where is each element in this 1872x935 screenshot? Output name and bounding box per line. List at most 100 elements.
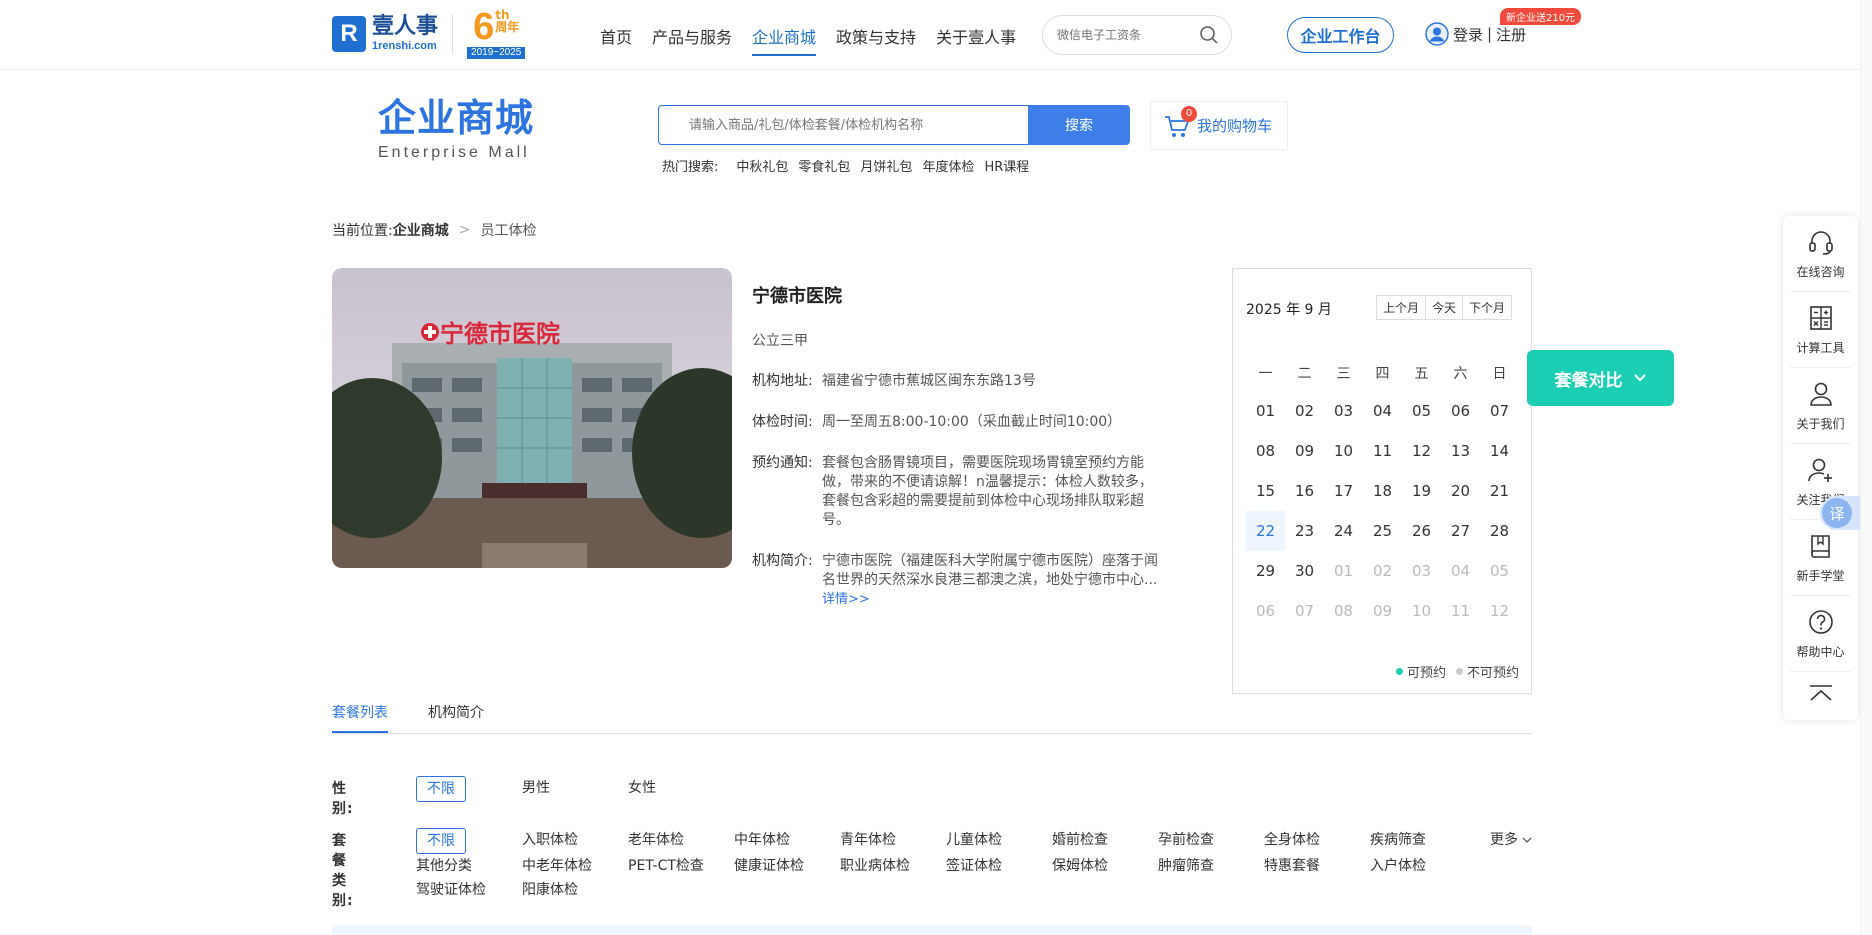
nav-home[interactable]: 首页	[600, 24, 632, 56]
prev-month-button[interactable]: 上个月	[1377, 296, 1427, 319]
calendar-day[interactable]: 29	[1246, 551, 1285, 591]
calendar-day[interactable]: 06	[1441, 391, 1480, 431]
hot-search-item[interactable]: HR课程	[984, 156, 1029, 175]
hot-search-item[interactable]: 年度体检	[922, 156, 974, 175]
calendar-day[interactable]: 16	[1285, 471, 1324, 511]
package-option[interactable]: 中老年体检	[522, 854, 628, 878]
gender-option[interactable]: 不限	[416, 776, 466, 802]
package-option[interactable]: 入职体检	[522, 828, 628, 852]
nav-about[interactable]: 关于壹人事	[936, 24, 1016, 56]
calendar-day[interactable]: 03	[1324, 391, 1363, 431]
hot-search-item[interactable]: 月饼礼包	[860, 156, 912, 175]
hot-search-item[interactable]: 中秋礼包	[736, 156, 788, 175]
calendar-day[interactable]: 02	[1285, 391, 1324, 431]
package-option[interactable]: 中年体检	[734, 828, 840, 852]
calendar-day[interactable]: 07	[1480, 391, 1519, 431]
sidebar-item-calculator[interactable]: 计算工具	[1790, 292, 1851, 368]
package-option[interactable]: 婚前检查	[1052, 828, 1158, 852]
hot-search: 热门搜索: 中秋礼包 零食礼包 月饼礼包 年度体检 HR课程	[662, 156, 1039, 175]
calendar-day: 10	[1411, 602, 1432, 620]
sidebar-item-about[interactable]: 关于我们	[1790, 368, 1851, 444]
sidebar-item-academy[interactable]: 新手学堂	[1790, 520, 1851, 596]
cart-button[interactable]: 0 我的购物车	[1150, 101, 1288, 150]
calendar-day[interactable]: 25	[1363, 511, 1402, 551]
hot-search-item[interactable]: 零食礼包	[798, 156, 850, 175]
nav-mall[interactable]: 企业商城	[752, 24, 817, 56]
notice-row: 预约通知: 套餐包含肠胃镜项目，需要医院现场胃镜室预约方能做，带来的不便请谅解！…	[752, 454, 1162, 530]
tab-package-list[interactable]: 套餐列表	[332, 702, 388, 733]
package-option[interactable]: 儿童体检	[946, 828, 1052, 852]
breadcrumb-mall[interactable]: 企业商城	[393, 220, 449, 240]
more-filter-button[interactable]: 更多	[1490, 829, 1532, 849]
register-link[interactable]: 注册	[1496, 24, 1526, 45]
package-option[interactable]: 职业病体检	[840, 854, 946, 878]
calendar-day[interactable]: 14	[1480, 431, 1519, 471]
calendar-day: 03	[1411, 562, 1432, 580]
mall-logo[interactable]: 企业商城 Enterprise Mall	[378, 96, 534, 162]
package-option[interactable]: 疾病筛查	[1370, 828, 1476, 852]
package-option[interactable]: 阳康体检	[522, 878, 628, 902]
calendar-day[interactable]: 20	[1441, 471, 1480, 511]
calendar-day[interactable]: 09	[1285, 431, 1324, 471]
calendar-day[interactable]: 13	[1441, 431, 1480, 471]
next-month-button[interactable]: 下个月	[1463, 296, 1512, 319]
calendar-day-today[interactable]: 22	[1246, 511, 1285, 551]
calendar-day[interactable]: 11	[1363, 431, 1402, 471]
sidebar-item-consult[interactable]: 在线咨询	[1790, 216, 1851, 292]
calendar-day[interactable]: 21	[1480, 471, 1519, 511]
calendar-day[interactable]: 19	[1402, 471, 1441, 511]
package-option[interactable]: 驾驶证体检	[416, 878, 522, 902]
avatar-icon	[1425, 22, 1449, 46]
package-option[interactable]: 其他分类	[416, 854, 522, 878]
workbench-button[interactable]: 企业工作台	[1287, 17, 1394, 53]
calendar-day[interactable]: 04	[1363, 391, 1402, 431]
detail-link[interactable]: 详情>>	[822, 592, 870, 607]
package-option[interactable]: 不限	[416, 828, 466, 854]
calendar-day[interactable]: 08	[1246, 431, 1285, 471]
package-option[interactable]: 全身体检	[1264, 828, 1370, 852]
sidebar-label: 计算工具	[1796, 341, 1845, 355]
tab-institution-intro[interactable]: 机构简介	[428, 702, 484, 733]
package-option[interactable]: 保姆体检	[1052, 854, 1158, 878]
package-option[interactable]: 孕前检查	[1158, 828, 1264, 852]
mall-search-button[interactable]: 搜索	[1028, 105, 1130, 145]
sidebar-item-help[interactable]: 帮助中心	[1790, 596, 1851, 672]
calendar-day[interactable]: 01	[1246, 391, 1285, 431]
nav-policy[interactable]: 政策与支持	[836, 24, 916, 56]
gender-option[interactable]: 女性	[628, 776, 734, 800]
calendar-day[interactable]: 12	[1402, 431, 1441, 471]
back-to-top-button[interactable]	[1790, 672, 1851, 716]
login-link[interactable]: 登录	[1453, 24, 1483, 45]
mall-search-input[interactable]	[658, 105, 1028, 145]
calendar-day[interactable]: 17	[1324, 471, 1363, 511]
package-option[interactable]: PET-CT检查	[628, 854, 734, 878]
package-option[interactable]: 青年体检	[840, 828, 946, 852]
gender-option[interactable]: 男性	[522, 776, 628, 800]
package-option[interactable]: 特惠套餐	[1264, 854, 1370, 878]
calendar-day[interactable]: 23	[1285, 511, 1324, 551]
address-label: 机构地址:	[752, 373, 813, 389]
package-option[interactable]: 入户体检	[1370, 854, 1476, 878]
top-search-input[interactable]	[1057, 28, 1199, 42]
calendar-day[interactable]: 30	[1285, 551, 1324, 591]
intro-row: 机构简介: 宁德市医院（福建医科大学附属宁德市医院）座落于闻名世界的天然深水良港…	[752, 552, 1162, 609]
site-logo[interactable]: R 壹人事 1renshi.com 6 th 周年 2019~2025	[332, 8, 526, 59]
calendar-day[interactable]: 26	[1402, 511, 1441, 551]
calendar-day[interactable]: 10	[1324, 431, 1363, 471]
calendar-day[interactable]: 24	[1324, 511, 1363, 551]
page-scrollbar[interactable]	[1860, 0, 1872, 935]
nav-products[interactable]: 产品与服务	[652, 24, 732, 56]
calendar-day[interactable]: 28	[1480, 511, 1519, 551]
package-option[interactable]: 签证体检	[946, 854, 1052, 878]
package-option[interactable]: 老年体检	[628, 828, 734, 852]
package-option[interactable]: 肿瘤筛查	[1158, 854, 1264, 878]
search-icon[interactable]	[1199, 25, 1219, 45]
calendar-day[interactable]: 15	[1246, 471, 1285, 511]
calendar-day[interactable]: 27	[1441, 511, 1480, 551]
available-dot-icon	[1395, 668, 1403, 675]
today-button[interactable]: 今天	[1426, 296, 1464, 319]
package-compare-button[interactable]: 套餐对比	[1527, 350, 1674, 406]
package-option[interactable]: 健康证体检	[734, 854, 840, 878]
calendar-day[interactable]: 05	[1402, 391, 1441, 431]
calendar-day[interactable]: 18	[1363, 471, 1402, 511]
